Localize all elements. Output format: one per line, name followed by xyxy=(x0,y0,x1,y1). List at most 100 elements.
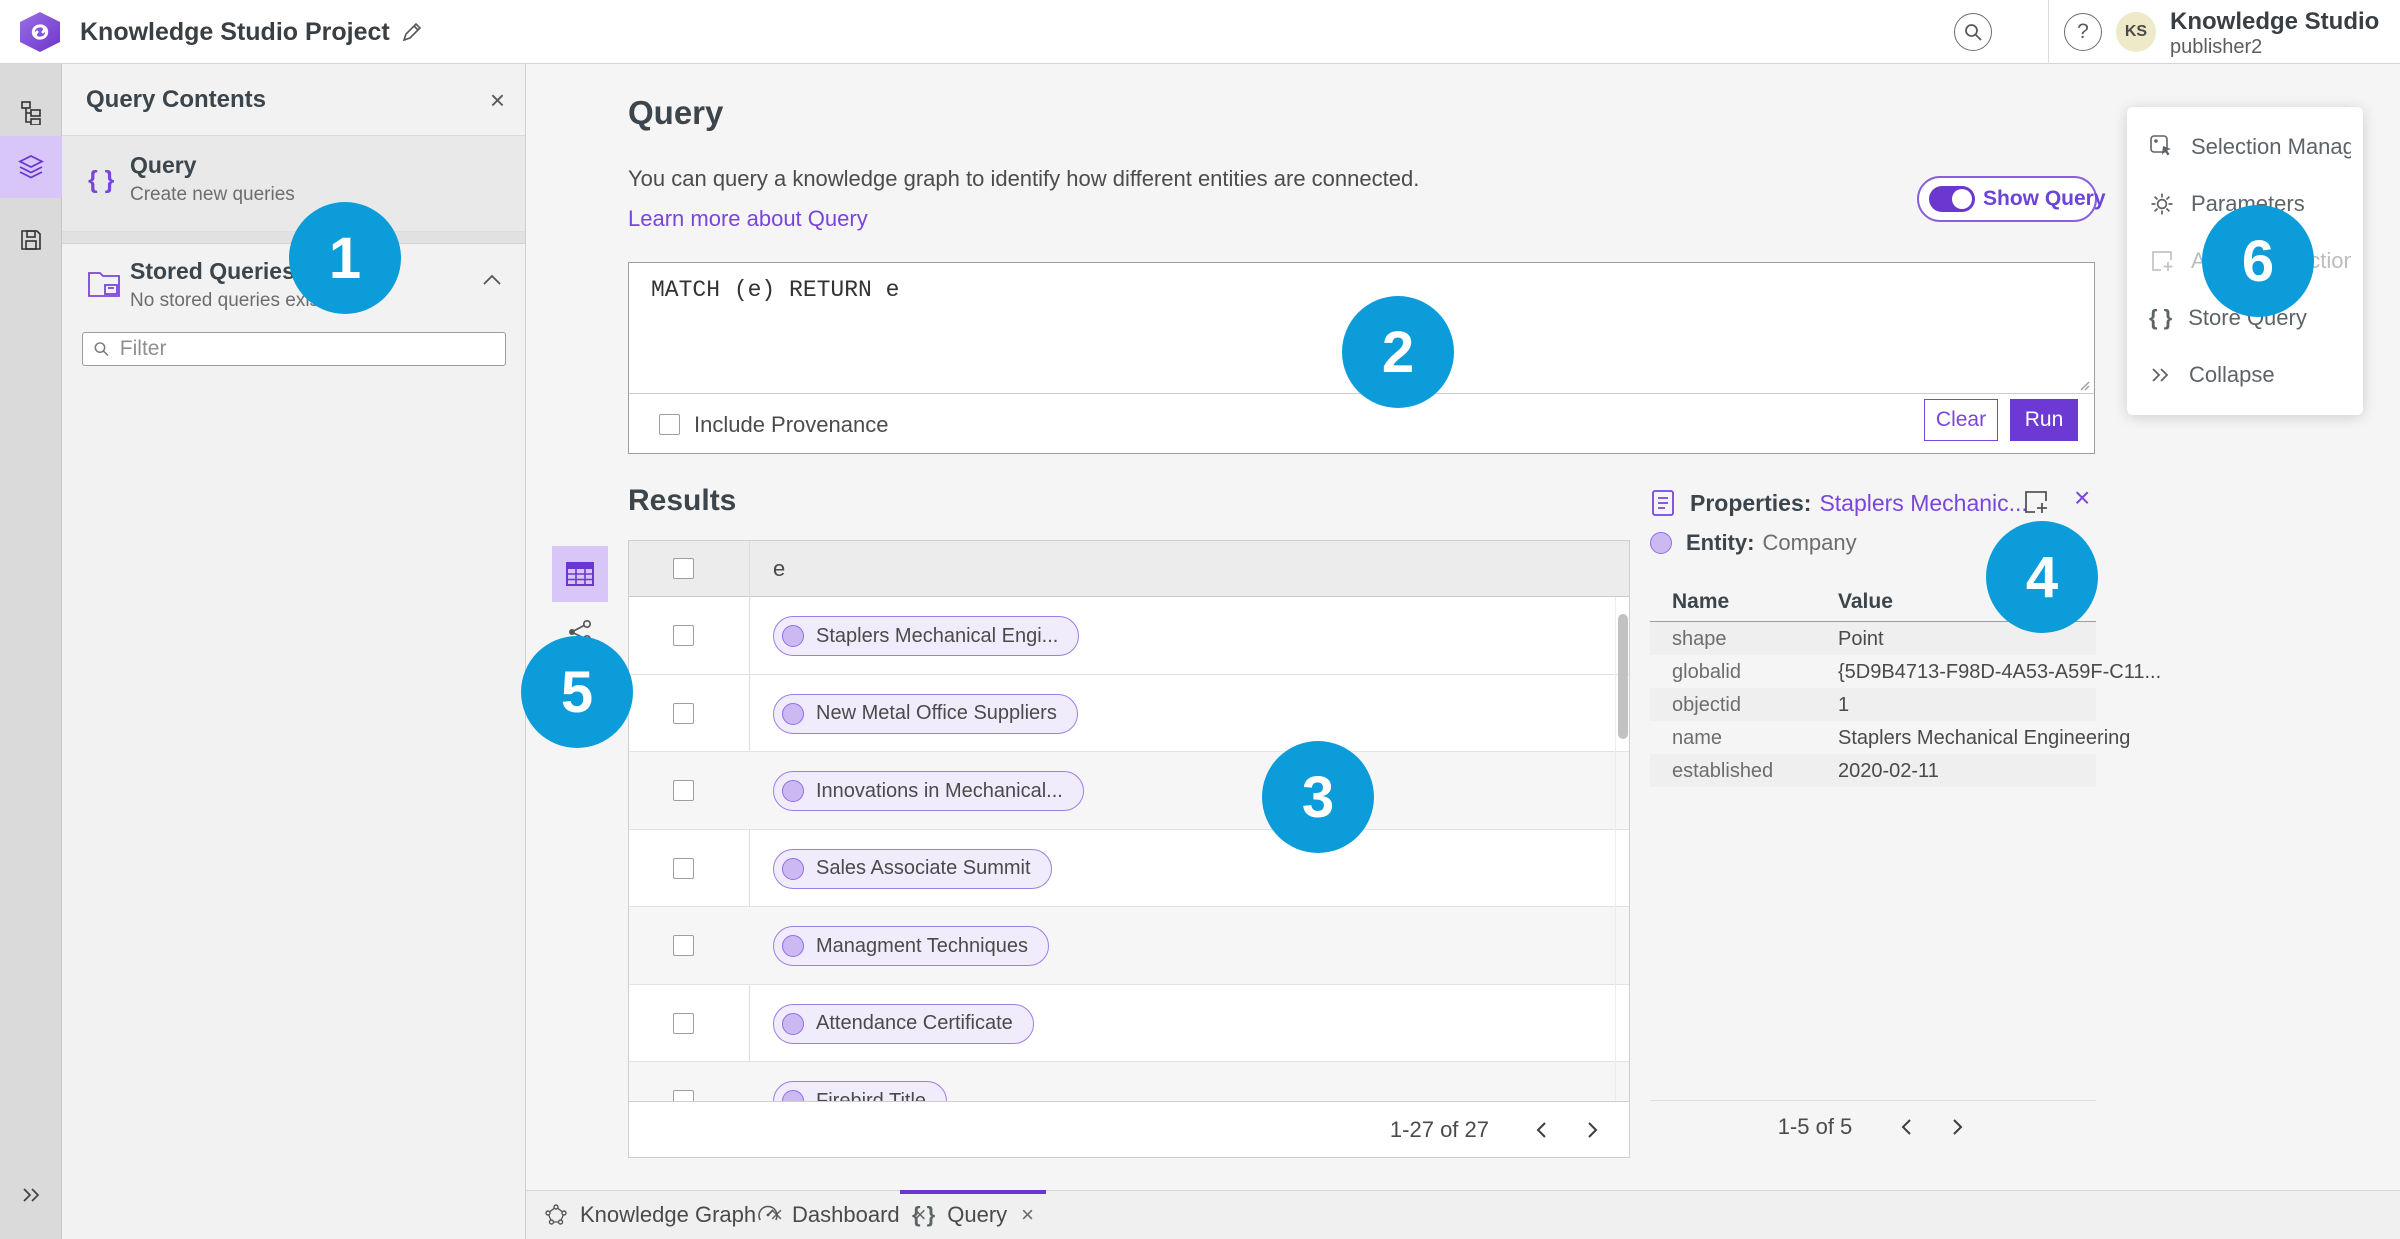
folder-icon xyxy=(86,266,122,300)
properties-label: Properties: xyxy=(1690,489,1812,516)
save-rail-button[interactable] xyxy=(0,212,62,268)
collapse-item[interactable]: Collapse xyxy=(2127,353,2363,397)
close-icon[interactable]: × xyxy=(490,84,505,116)
braces-icon: { } xyxy=(88,166,115,194)
chevron-up-icon[interactable] xyxy=(481,272,503,288)
entity-chip[interactable]: Managment Techniques xyxy=(773,926,1049,966)
row-checkbox[interactable] xyxy=(673,702,694,724)
results-rows: Staplers Mechanical Engi... New Metal Of… xyxy=(629,597,1629,1101)
resize-grip[interactable] xyxy=(2076,377,2090,391)
entity-dot-icon xyxy=(782,702,804,725)
panel-header: Query Contents × xyxy=(62,64,525,136)
entity-chip[interactable]: Sales Associate Summit xyxy=(773,848,1052,889)
entity-type-value: Company xyxy=(1762,530,1857,555)
annotation-badge-1: 1 xyxy=(289,202,401,314)
help-button[interactable]: ? xyxy=(2064,13,2102,51)
table-row[interactable]: Sales Associate Summit xyxy=(629,830,1629,907)
property-row: globalid {5D9B4713-F98D-4A53-A59F-C11... xyxy=(1672,661,2162,683)
close-properties-icon[interactable]: × xyxy=(2074,482,2090,514)
top-bar: Knowledge Studio Project ? KS Knowledge … xyxy=(0,0,2400,64)
search-button[interactable] xyxy=(1954,13,1992,51)
table-row[interactable]: Managment Techniques xyxy=(629,907,1629,985)
search-icon xyxy=(94,342,109,357)
property-row: established 2020-02-11 xyxy=(1650,754,2096,787)
include-provenance-checkbox[interactable] xyxy=(659,414,680,435)
next-page-icon[interactable] xyxy=(1583,1120,1603,1140)
entity-chip[interactable]: Attendance Certificate xyxy=(773,1003,1034,1044)
selection-manager-item[interactable]: Selection Manager xyxy=(2127,125,2363,169)
editor-footer: Include Provenance xyxy=(629,394,2094,455)
row-checkbox[interactable] xyxy=(673,780,694,801)
properties-doc-icon xyxy=(1652,490,1674,516)
table-icon xyxy=(566,562,594,586)
clear-button[interactable]: Clear xyxy=(1924,399,1998,441)
stored-queries-title: Stored Queries xyxy=(130,258,295,284)
results-scrollbar[interactable] xyxy=(1615,597,1629,1101)
results-title: Results xyxy=(628,484,737,517)
toggle-switch[interactable] xyxy=(1929,186,1975,212)
row-checkbox[interactable] xyxy=(673,935,694,956)
show-query-toggle[interactable]: Show Query xyxy=(1917,176,2106,222)
entity-dot-icon xyxy=(782,780,804,802)
prev-page-icon[interactable] xyxy=(1896,1117,1916,1137)
property-row: name Staplers Mechanical Engineering xyxy=(1672,727,2131,749)
query-item-title: Query xyxy=(130,152,197,178)
next-page-icon[interactable] xyxy=(1948,1117,1968,1137)
select-all-checkbox[interactable] xyxy=(673,558,694,579)
properties-header: Properties: Staplers Mechanic... xyxy=(1650,488,2028,518)
annotation-badge-6: 6 xyxy=(2202,205,2314,317)
prev-page-icon[interactable] xyxy=(1531,1120,1551,1140)
tab-knowledge-graph[interactable]: Knowledge Graph × xyxy=(540,1191,787,1239)
entity-row: Entity: Company xyxy=(1650,530,1857,556)
sidebar-item-query[interactable]: { } Query Create new queries xyxy=(62,136,525,232)
row-checkbox[interactable] xyxy=(673,1012,694,1034)
entity-chip[interactable]: Staplers Mechanical Engi... xyxy=(773,616,1080,656)
user-role: publisher2 xyxy=(2170,36,2263,58)
run-button[interactable]: Run xyxy=(2010,399,2078,441)
page-title: Query xyxy=(628,94,724,131)
braces-icon: { } xyxy=(2149,304,2173,330)
link-chart-rail-button[interactable] xyxy=(0,84,62,140)
tab-query[interactable]: { } Query × xyxy=(899,1190,1047,1239)
tab-dashboard[interactable]: Dashboard × xyxy=(752,1191,931,1239)
entity-dot-icon xyxy=(782,1090,804,1101)
project-title: Knowledge Studio Project xyxy=(80,18,390,46)
edit-title-icon[interactable] xyxy=(400,20,424,44)
results-page-range: 1-27 of 27 xyxy=(1389,1117,1489,1142)
table-row[interactable]: Attendance Certificate xyxy=(629,985,1629,1062)
table-row[interactable]: New Metal Office Suppliers xyxy=(629,675,1629,752)
scrollbar-thumb[interactable] xyxy=(1618,614,1628,739)
gear-icon xyxy=(2151,193,2173,215)
user-menu[interactable]: Knowledge Studio publisher2 xyxy=(2170,8,2379,58)
avatar[interactable]: KS xyxy=(2116,12,2156,52)
stored-queries-subtitle: No stored queries exist xyxy=(130,290,325,311)
table-view-button[interactable] xyxy=(552,546,608,602)
annotation-badge-2: 2 xyxy=(1342,296,1454,408)
annotation-badge-4: 4 xyxy=(1986,521,2098,633)
double-chevron-icon xyxy=(2152,367,2169,382)
table-row[interactable]: Staplers Mechanical Engi... xyxy=(629,597,1629,675)
entity-dot-icon xyxy=(782,625,804,647)
expand-panel-icon[interactable] xyxy=(0,1167,62,1223)
panel-title: Query Contents xyxy=(86,86,267,113)
row-checkbox[interactable] xyxy=(673,857,694,879)
row-checkbox[interactable] xyxy=(673,625,694,646)
table-row[interactable]: Innovations in Mechanical... xyxy=(629,752,1629,830)
filter-input[interactable] xyxy=(119,337,495,361)
toggle-knob xyxy=(1952,189,1972,209)
add-to-selection-icon[interactable] xyxy=(2022,488,2050,516)
entity-label: Entity: xyxy=(1686,530,1755,555)
column-header-e: e xyxy=(773,556,786,581)
properties-pagination: 1-5 of 5 xyxy=(1650,1100,2096,1152)
layers-rail-button[interactable] xyxy=(0,136,62,198)
entity-chip[interactable]: Firebird Title xyxy=(773,1081,948,1101)
entity-chip[interactable]: New Metal Office Suppliers xyxy=(773,693,1078,734)
properties-entity-link[interactable]: Staplers Mechanic... xyxy=(1819,490,2027,517)
main-content: Query You can query a knowledge graph to… xyxy=(526,64,2400,1190)
table-row[interactable]: Firebird Title xyxy=(629,1062,1629,1101)
learn-more-link[interactable]: Learn more about Query xyxy=(628,206,868,232)
row-checkbox[interactable] xyxy=(673,1090,694,1101)
entity-dot-icon xyxy=(782,857,804,880)
entity-chip[interactable]: Innovations in Mechanical... xyxy=(773,771,1084,811)
close-tab-icon[interactable]: × xyxy=(1021,1202,1034,1228)
